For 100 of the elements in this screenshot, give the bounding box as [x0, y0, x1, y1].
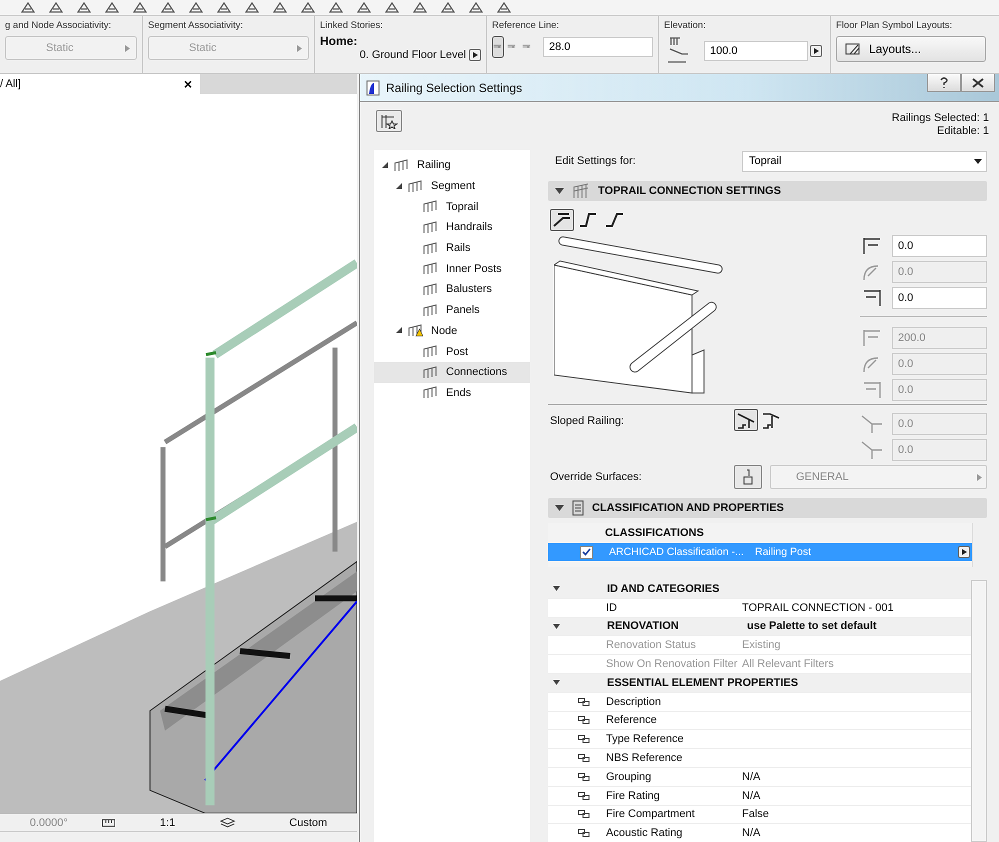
tree-item[interactable]: Rails	[374, 238, 530, 258]
tree-item[interactable]: Railing	[374, 155, 530, 176]
toolbar-tool-icon[interactable]	[272, 1, 288, 14]
property-name: Reference	[606, 714, 658, 726]
close-icon	[972, 78, 984, 88]
panel-header[interactable]: TOPRAIL CONNECTION SETTINGS	[548, 181, 987, 201]
toolbar-tool-icon[interactable]	[160, 1, 176, 14]
property-name: NBS Reference	[606, 752, 684, 764]
close-tab-button[interactable]: ×	[184, 76, 192, 92]
connection-type-icon[interactable]	[550, 209, 574, 231]
toolbar-tool-icon[interactable]	[356, 1, 372, 14]
home-label: Home:	[320, 34, 358, 48]
railing-part-icon	[422, 262, 438, 276]
property-value: N/A	[742, 770, 760, 783]
caret-icon	[125, 44, 130, 52]
scale-readout[interactable]: 1:1	[124, 816, 210, 829]
collapse-toggle-icon[interactable]	[555, 188, 564, 194]
toolbar-tool-icon[interactable]	[76, 1, 92, 14]
tree-item[interactable]: Node	[374, 320, 530, 342]
section-label: Floor Plan Symbol Layouts:	[836, 20, 954, 31]
favorites-button[interactable]	[376, 110, 402, 132]
section-label: g and Node Associativity:	[5, 20, 112, 31]
tree-item[interactable]: Ends	[374, 382, 530, 404]
scrollbar[interactable]	[971, 580, 987, 842]
railing-part-icon	[393, 158, 409, 172]
reference-line-option-icon[interactable]	[492, 36, 504, 58]
tree-item[interactable]: Toprail	[374, 196, 530, 218]
sloped-railing-label: Sloped Railing:	[549, 414, 625, 427]
tree-item[interactable]: Inner Posts	[374, 258, 530, 280]
toolbar-tool-icon[interactable]	[328, 1, 344, 14]
tree-item[interactable]: Connections	[374, 362, 530, 383]
panel-header[interactable]: CLASSIFICATION AND PROPERTIES	[548, 498, 987, 518]
railing-part-icon	[422, 386, 438, 400]
edit-settings-label: Edit Settings for:	[555, 155, 636, 167]
classification-value: Railing Post	[755, 546, 812, 558]
toolbar-tool-icon[interactable]	[384, 1, 400, 14]
toolbar-tool-icon[interactable]	[440, 1, 456, 14]
help-button[interactable]	[927, 74, 961, 92]
reference-offset-field[interactable]: 28.0	[542, 37, 653, 57]
elevation-field[interactable]: 100.0	[704, 41, 808, 61]
expand-toggle-icon[interactable]	[382, 162, 389, 169]
railing-part-icon	[407, 180, 423, 193]
toolbar-tool-icon[interactable]	[216, 1, 232, 14]
property-name: Show On Renovation Filter	[606, 658, 738, 670]
toolbar-tool-icon[interactable]	[468, 1, 484, 14]
group-value: use Palette to set default	[747, 620, 877, 632]
angle-readout: 0.0000°	[28, 816, 69, 829]
tree-item[interactable]: Handrails	[374, 217, 530, 238]
override-toggle-button[interactable]	[734, 465, 762, 489]
railing-part-icon	[422, 282, 438, 296]
dimension-field[interactable]: 0.0	[892, 287, 987, 309]
collapse-toggle-icon[interactable]	[555, 505, 564, 511]
expand-toggle-icon[interactable]	[396, 182, 403, 190]
sloped-railing-option-icon[interactable]	[734, 409, 758, 431]
property-name: Type Reference	[606, 733, 685, 746]
group-title: RENOVATION	[607, 620, 680, 632]
connection-icon	[572, 183, 590, 199]
property-name: Grouping	[606, 770, 652, 783]
checkbox[interactable]	[580, 546, 593, 558]
property-value: All Relevant Filters	[742, 658, 834, 670]
classification-system: ARCHICAD Classification -...	[609, 546, 745, 558]
property-name: Acoustic Rating	[606, 827, 684, 840]
railing-part-icon	[422, 220, 438, 234]
group-title: ESSENTIAL ELEMENT PROPERTIES	[607, 676, 798, 689]
property-name: ID	[606, 602, 618, 614]
expand-toggle-icon[interactable]	[396, 327, 403, 334]
toolbar-tool-icon[interactable]	[104, 1, 120, 14]
toolbar-tool-icon[interactable]	[48, 1, 64, 14]
collapse-toggle-icon[interactable]	[553, 586, 560, 592]
story-menu-button[interactable]	[469, 49, 481, 61]
toolbar-tool-icon[interactable]	[412, 1, 428, 14]
tree-item[interactable]: Segment	[374, 176, 530, 196]
property-value: TOPRAIL CONNECTION - 001	[742, 602, 894, 614]
toolbar-tool-icon[interactable]	[20, 1, 36, 14]
selection-count: Editable: 1	[937, 125, 989, 138]
story-name: 0. Ground Floor Level	[360, 49, 466, 61]
layer-combination-readout[interactable]: Custom	[266, 816, 351, 829]
selection-count: Railings Selected: 1	[892, 112, 989, 125]
tree-item[interactable]: Balusters	[374, 279, 530, 300]
layouts-button[interactable]: Layouts...	[836, 36, 986, 62]
elevation-menu-button[interactable]	[810, 45, 822, 57]
close-button[interactable]	[961, 74, 995, 92]
help-icon	[939, 76, 949, 88]
toolbar-tool-icon[interactable]	[244, 1, 260, 14]
view-tab[interactable]: / All] ×	[0, 74, 200, 94]
collapse-toggle-icon[interactable]	[553, 624, 560, 629]
collapse-toggle-icon[interactable]	[553, 680, 560, 686]
toolbar-tool-icon[interactable]	[132, 1, 148, 14]
toolbar-tool-icon[interactable]	[188, 1, 204, 14]
edit-settings-dropdown[interactable]: Toprail	[742, 150, 987, 172]
dialog-title: Railing Selection Settings	[386, 80, 524, 94]
tree-item[interactable]: Panels	[374, 300, 530, 320]
document-icon	[572, 500, 584, 516]
dimension-field[interactable]: 0.0	[892, 235, 987, 257]
classification-menu-button[interactable]	[958, 546, 970, 558]
railing-app-icon	[366, 80, 380, 96]
tree-item[interactable]: Post	[374, 341, 530, 362]
toolbar-tool-icon[interactable]	[496, 1, 512, 14]
slope-angle-icon	[860, 440, 884, 460]
toolbar-tool-icon[interactable]	[300, 1, 316, 14]
